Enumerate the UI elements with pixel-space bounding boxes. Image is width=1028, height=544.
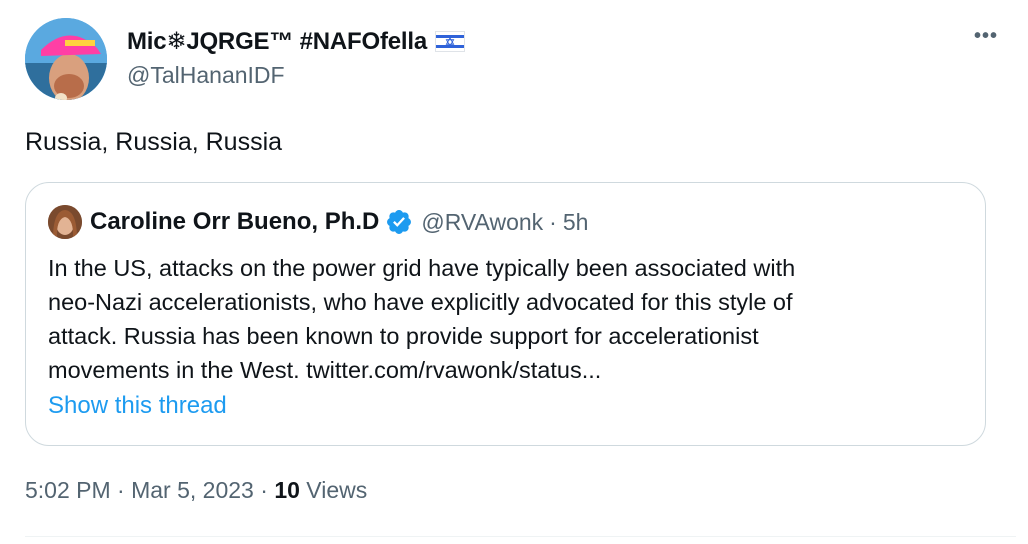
- author-display-name[interactable]: Mic❄JQRGE™ #NAFOfella: [127, 27, 427, 56]
- quoted-body-line: neo-Nazi accelerationists, who have expl…: [48, 289, 793, 315]
- quoted-body-line: attack. Russia has been known to provide…: [48, 323, 759, 349]
- avatar-image: [25, 18, 107, 100]
- tweet-time[interactable]: 5:02 PM: [25, 477, 111, 503]
- tweet-text: Russia, Russia, Russia: [25, 128, 283, 156]
- quoted-timestamp[interactable]: 5h: [563, 209, 589, 236]
- separator-dot: ·: [260, 477, 268, 503]
- quoted-author-avatar[interactable]: [48, 205, 82, 239]
- quoted-body-line: In the US, attacks on the power grid hav…: [48, 255, 796, 281]
- author-avatar[interactable]: [25, 18, 107, 100]
- quoted-author-handle[interactable]: @RVAwonk: [421, 209, 543, 236]
- author-block: Mic❄JQRGE™ #NAFOfella @TalHananIDF: [127, 27, 465, 89]
- quoted-tweet-header: Caroline Orr Bueno, Ph.D @RVAwonk · 5h: [48, 205, 588, 239]
- quoted-tweet-body: In the US, attacks on the power grid hav…: [48, 251, 948, 387]
- tweet-meta: 5:02 PM · Mar 5, 2023 · 10 Views: [25, 477, 367, 504]
- israel-flag-icon: [434, 31, 465, 52]
- separator-dot: ·: [117, 477, 125, 503]
- more-options-icon[interactable]: •••: [974, 26, 998, 46]
- divider: [25, 536, 1016, 537]
- author-handle[interactable]: @TalHananIDF: [127, 62, 465, 89]
- views-label: Views: [306, 477, 368, 503]
- verified-badge-icon: [387, 210, 412, 234]
- quoted-author-name[interactable]: Caroline Orr Bueno, Ph.D: [90, 208, 379, 236]
- separator-dot: ·: [549, 208, 557, 235]
- views-count: 10: [274, 477, 300, 503]
- author-name-row[interactable]: Mic❄JQRGE™ #NAFOfella: [127, 27, 465, 56]
- tweet-date[interactable]: Mar 5, 2023: [131, 477, 254, 503]
- show-thread-link[interactable]: Show this thread: [48, 392, 227, 420]
- quoted-body-line: movements in the West. twitter.com/rvawo…: [48, 357, 602, 383]
- quoted-tweet-card[interactable]: Caroline Orr Bueno, Ph.D @RVAwonk · 5h I…: [25, 182, 986, 446]
